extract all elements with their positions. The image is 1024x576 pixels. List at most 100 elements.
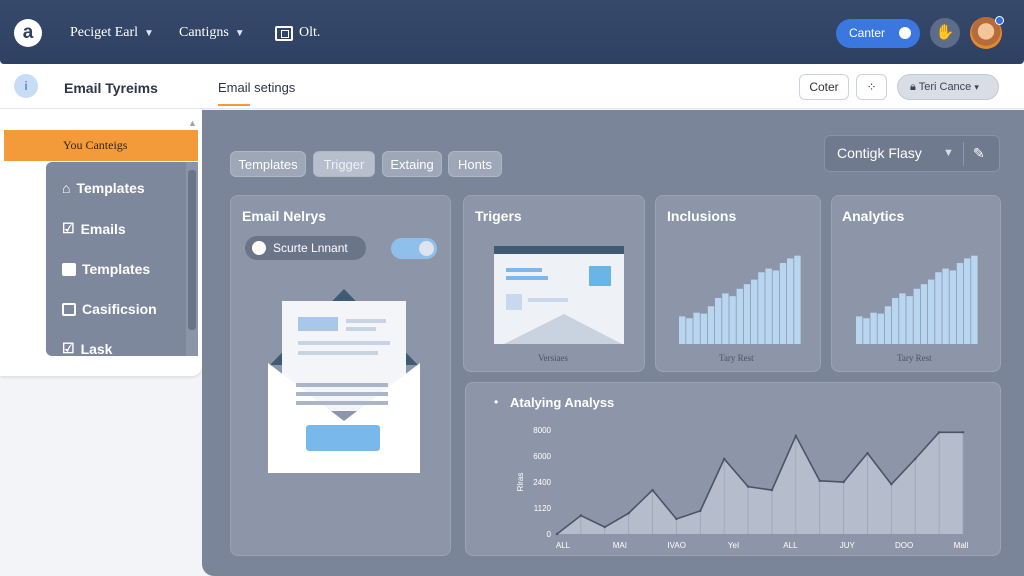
mini-bar: [870, 312, 877, 344]
inclusions-panel-title: Inclusions: [667, 208, 737, 224]
mini-bar: [772, 270, 779, 344]
template-thumbnail[interactable]: [494, 246, 624, 346]
sidebar-item-templates-2[interactable]: Templates: [62, 261, 150, 277]
dropdown-value: Contigk Flasy: [837, 145, 922, 161]
mini-bar: [949, 270, 956, 344]
scrollbar-thumb[interactable]: [188, 170, 196, 330]
data-point: [770, 488, 774, 492]
source-toggle-pill[interactable]: Scurte Lnnant: [245, 236, 366, 260]
page-title: Email setings: [218, 80, 296, 95]
app-logo[interactable]: a: [14, 19, 42, 47]
chevron-down-icon: ▼: [943, 147, 954, 159]
y-tick-label: 0: [547, 530, 552, 539]
mini-bar: [686, 318, 693, 344]
mini-bar: [736, 288, 743, 344]
email-envelope-illustration: [268, 289, 420, 473]
mini-bar: [920, 284, 928, 344]
sidebar-item-emails[interactable]: ☑ Emails: [62, 220, 126, 237]
color-button[interactable]: Coter: [799, 74, 849, 100]
enable-switch[interactable]: [391, 238, 437, 259]
mini-bar: [707, 306, 715, 344]
data-point: [961, 431, 965, 434]
mini-bar: [794, 255, 801, 344]
nav-menu-other[interactable]: Olt.: [275, 25, 320, 41]
data-point: [675, 517, 678, 521]
email-panel-title: Email Nelrys: [242, 208, 327, 224]
window-icon: [275, 25, 293, 41]
x-tick-label: DOO: [895, 541, 913, 550]
tab-existing[interactable]: Extaing: [382, 151, 442, 177]
data-point: [699, 509, 702, 513]
mini-bar: [729, 296, 736, 344]
y-tick-label: 6000: [533, 452, 551, 461]
mini-bar: [956, 263, 964, 344]
mini-bar: [964, 258, 971, 344]
config-dropdown[interactable]: Contigk Flasy ▼ ✎: [824, 135, 1000, 172]
sidebar-item-label: Emails: [80, 220, 126, 237]
y-tick-label: 2400: [533, 478, 551, 487]
mini-bar: [856, 316, 863, 344]
mini-bar: [751, 279, 758, 344]
mini-bar: [935, 272, 942, 344]
chevron-down-icon: ▾: [974, 82, 979, 92]
tab-honts[interactable]: Honts: [448, 151, 502, 177]
mini-bar: [913, 288, 920, 344]
mini-bar: [971, 255, 978, 344]
info-icon[interactable]: i: [14, 74, 38, 98]
inclusions-mini-chart: [679, 255, 801, 344]
data-point: [722, 457, 726, 461]
toggle-label: Scurte Lnnant: [273, 241, 348, 255]
triggers-panel-title: Trigers: [475, 208, 522, 224]
sidebar-item-label: Templates: [76, 180, 145, 196]
dropdown-divider: [963, 142, 964, 166]
scroll-up-arrow-icon[interactable]: ▲: [188, 118, 197, 128]
pen-icon[interactable]: ✎: [973, 136, 985, 171]
title-underline: [218, 104, 250, 106]
toggle-knob-icon: [899, 27, 911, 39]
data-point: [627, 512, 630, 515]
mini-bar: [679, 316, 686, 344]
home-icon: ⌂: [62, 180, 71, 196]
switch-knob: [419, 241, 434, 256]
y-tick-label: 8000: [533, 426, 551, 435]
sidebar-item-task[interactable]: ☑ Lask: [62, 340, 112, 357]
tab-templates[interactable]: Templates: [230, 151, 306, 177]
tag-icon: [62, 302, 76, 316]
mini-bar: [743, 284, 751, 344]
data-point: [794, 434, 798, 437]
nav-label: Olt.: [299, 25, 321, 40]
sidebar-item-active[interactable]: You Canteigs: [4, 130, 198, 161]
lock-icon: 🔒︎: [910, 81, 916, 93]
more-options-icon[interactable]: ⁘: [856, 74, 887, 100]
mini-bar: [928, 279, 935, 344]
hand-icon[interactable]: ✋: [930, 18, 960, 48]
x-tick-label: JUY: [840, 541, 856, 550]
mini-bar: [899, 293, 906, 344]
center-toggle-button[interactable]: Canter: [836, 19, 920, 48]
y-tick-label: 1120: [534, 504, 552, 513]
inclusions-caption: Tary Rest: [719, 353, 754, 363]
mini-bar: [700, 313, 707, 344]
mini-bar: [863, 318, 870, 344]
cancel-dropdown-button[interactable]: 🔒︎ Teri Cance ▾: [897, 74, 999, 100]
sidebar-title: Email Tyreims: [64, 80, 158, 96]
sidebar-item-templates[interactable]: ⌂ Templates: [62, 180, 145, 196]
mini-bar: [693, 312, 700, 344]
mini-bar: [765, 268, 772, 344]
nav-menu-campaigns[interactable]: Cantigns ▼: [179, 25, 245, 41]
nav-menu-peciget-earl[interactable]: Peciget Earl ▼: [70, 25, 154, 41]
data-point: [818, 479, 821, 483]
x-tick-label: ALL: [556, 541, 571, 550]
data-point: [651, 488, 654, 492]
checkbox-icon: ☑: [62, 220, 75, 236]
mini-bar: [779, 263, 787, 344]
center-button-label: Canter: [849, 26, 886, 40]
cancel-label: Teri Cance: [918, 81, 972, 93]
mini-bar: [892, 298, 899, 344]
data-point: [555, 532, 559, 536]
tab-trigger[interactable]: Trigger: [313, 151, 375, 177]
sidebar-item-classification[interactable]: Casificsion: [62, 301, 157, 317]
mini-bar: [877, 313, 884, 344]
sidebar-item-label: Lask: [80, 340, 113, 357]
mini-bar: [942, 268, 949, 344]
